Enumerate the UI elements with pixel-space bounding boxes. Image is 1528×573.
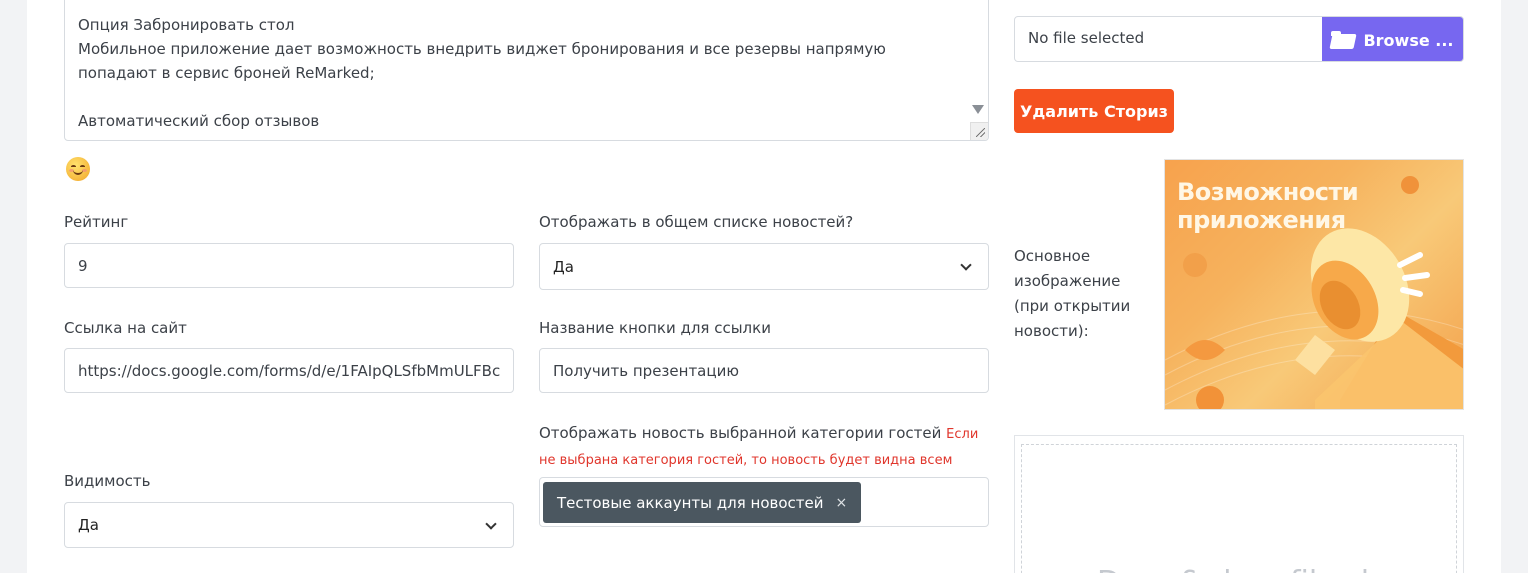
browse-button-label: Browse ... [1363,30,1454,50]
resize-handle-icon[interactable] [970,122,988,140]
description-textarea[interactable]: Опция Забронировать стол Мобильное прило… [64,0,989,141]
file-upload-input[interactable]: No file selected Browse ... [1014,16,1464,62]
site-link-input[interactable]: https://docs.google.com/forms/d/e/1FAIpQ… [64,348,514,393]
site-link-label: Ссылка на сайт [64,319,187,337]
browse-button[interactable]: Browse ... [1322,17,1463,61]
button-name-value: Получить презентацию [553,361,739,380]
visibility-select[interactable]: Да [64,502,514,548]
remove-tag-icon[interactable]: × [835,495,847,511]
preview-title: Возможности приложения [1177,178,1359,234]
dropzone-text: Drag & drop files here [1097,565,1428,573]
guest-category-label: Отображать новость выбранной категории г… [539,424,942,442]
guest-category-label-block: Отображать новость выбранной категории г… [539,421,994,473]
smiling-face-icon[interactable] [66,157,90,181]
show-in-list-value: Да [553,257,574,276]
description-text[interactable]: Опция Забронировать стол Мобильное прило… [78,13,963,133]
folder-open-icon [1331,31,1355,49]
rating-label: Рейтинг [64,213,129,231]
guest-category-tag[interactable]: Тестовые аккаунты для новостей × [543,482,862,523]
guest-category-multiselect[interactable]: Тестовые аккаунты для новостей × [539,477,989,527]
show-in-list-label: Отображать в общем списке новостей? [539,213,854,231]
rating-input[interactable]: 9 [64,243,514,288]
button-name-label: Название кнопки для ссылки [539,319,771,337]
visibility-label: Видимость [64,472,151,490]
main-image-preview[interactable]: Возможности приложения [1164,159,1464,410]
file-upload-placeholder: No file selected [1028,29,1145,47]
show-in-list-select[interactable]: Да [539,243,989,290]
guest-category-tag-label: Тестовые аккаунты для новостей [557,493,824,512]
chevron-down-icon [485,518,497,530]
main-image-label: Основное изображение (при открытии новос… [1014,247,1131,340]
site-link-value: https://docs.google.com/forms/d/e/1FAIpQ… [78,361,501,380]
visibility-value: Да [78,516,99,534]
button-name-input[interactable]: Получить презентацию [539,348,989,393]
rating-value: 9 [78,256,88,275]
scroll-down-icon[interactable] [972,105,984,114]
dropzone-container[interactable]: Drag & drop files here [1014,435,1464,573]
dropzone-area[interactable]: Drag & drop files here [1021,444,1457,573]
delete-story-button[interactable]: Удалить Сториз [1014,89,1174,133]
chevron-down-icon [960,259,972,271]
